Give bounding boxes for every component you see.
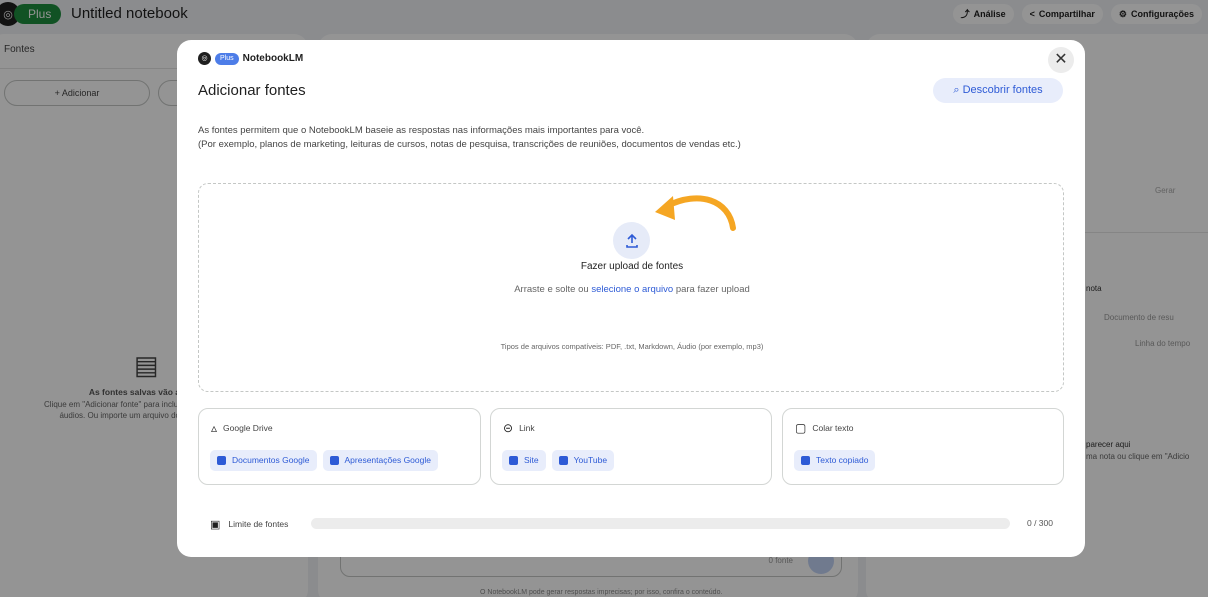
copied-text-chip[interactable]: Texto copiado xyxy=(794,450,876,471)
search-spark-icon: ⌕ xyxy=(953,84,960,96)
paste-text-header: ▢ Colar texto xyxy=(795,421,853,435)
link-title: Link xyxy=(519,423,535,433)
youtube-label: YouTube xyxy=(573,455,608,465)
upload-sub-before: Arraste e solte ou xyxy=(514,284,592,295)
google-slides-chip[interactable]: Apresentações Google xyxy=(322,450,438,471)
upload-button[interactable] xyxy=(613,222,650,259)
select-file-link[interactable]: selecione o arquivo xyxy=(591,284,673,295)
copied-text-label: Texto copiado xyxy=(816,455,869,465)
discover-sources-label: Descobrir fontes xyxy=(962,84,1043,96)
youtube-chip[interactable]: YouTube xyxy=(551,450,615,471)
upload-subtitle: Arraste e solte ou selecione o arquivo p… xyxy=(199,284,1065,295)
youtube-icon xyxy=(558,456,568,465)
source-limit: ▣ Limite de fontes 0 / 300 xyxy=(210,516,1053,532)
google-docs-chip[interactable]: Documentos Google xyxy=(210,450,317,471)
upload-icon xyxy=(625,233,638,248)
link-card: ⊝ Link Site YouTube xyxy=(490,408,772,485)
google-docs-label: Documentos Google xyxy=(232,455,310,465)
google-drive-chips: Documentos Google Apresentações Google xyxy=(210,450,438,471)
upload-sub-after: para fazer upload xyxy=(673,284,750,295)
paste-text-title: Colar texto xyxy=(812,423,854,433)
description-line-2: (Por exemplo, planos de marketing, leitu… xyxy=(198,139,741,150)
discover-sources-button[interactable]: ⌕ Descobrir fontes xyxy=(933,78,1063,103)
plan-badge: Plus xyxy=(215,52,239,65)
close-button[interactable]: ✕ xyxy=(1048,47,1074,73)
website-icon xyxy=(509,456,518,465)
website-chip[interactable]: Site xyxy=(502,450,546,471)
supported-file-types: Tipos de arquivos compatíveis: PDF, .txt… xyxy=(500,342,764,351)
brand-name: NotebookLM xyxy=(242,53,304,64)
paste-text-chips: Texto copiado xyxy=(794,450,876,471)
google-slides-icon xyxy=(329,456,339,465)
upload-dropzone[interactable]: Fazer upload de fontes Arraste e solte o… xyxy=(198,183,1064,392)
source-limit-bar xyxy=(311,518,1010,529)
annotation-arrow-icon xyxy=(655,195,736,231)
link-icon: ⊝ xyxy=(503,421,514,435)
source-limit-count: 0 / 300 xyxy=(1027,518,1053,528)
close-icon: ✕ xyxy=(1054,51,1068,68)
link-chips: Site YouTube xyxy=(502,450,615,471)
source-limit-icon: ▣ xyxy=(210,518,221,531)
google-drive-header: ▵ Google Drive xyxy=(211,421,273,435)
website-label: Site xyxy=(524,455,539,465)
google-slides-label: Apresentações Google xyxy=(344,455,431,465)
google-drive-title: Google Drive xyxy=(223,423,273,433)
google-drive-icon: ▵ xyxy=(211,421,218,435)
google-docs-icon xyxy=(217,456,226,465)
description-line-1: As fontes permitem que o NotebookLM base… xyxy=(198,125,645,136)
dialog-description: As fontes permitem que o NotebookLM base… xyxy=(198,124,741,152)
paste-text-card: ▢ Colar texto Texto copiado xyxy=(782,408,1064,485)
clipboard-icon: ▢ xyxy=(795,421,807,435)
upload-title: Fazer upload de fontes xyxy=(580,261,684,272)
copied-text-icon xyxy=(801,456,810,465)
google-drive-card: ▵ Google Drive Documentos Google Apresen… xyxy=(198,408,481,485)
add-sources-dialog: ◎ Plus NotebookLM ✕ Adicionar fontes ⌕ D… xyxy=(177,40,1085,557)
dialog-brand: ◎ Plus NotebookLM xyxy=(198,52,303,65)
dialog-title: Adicionar fontes xyxy=(198,82,306,99)
source-limit-label: Limite de fontes xyxy=(228,519,289,529)
link-header: ⊝ Link xyxy=(503,421,535,435)
notebooklm-logo-icon: ◎ xyxy=(198,52,211,65)
